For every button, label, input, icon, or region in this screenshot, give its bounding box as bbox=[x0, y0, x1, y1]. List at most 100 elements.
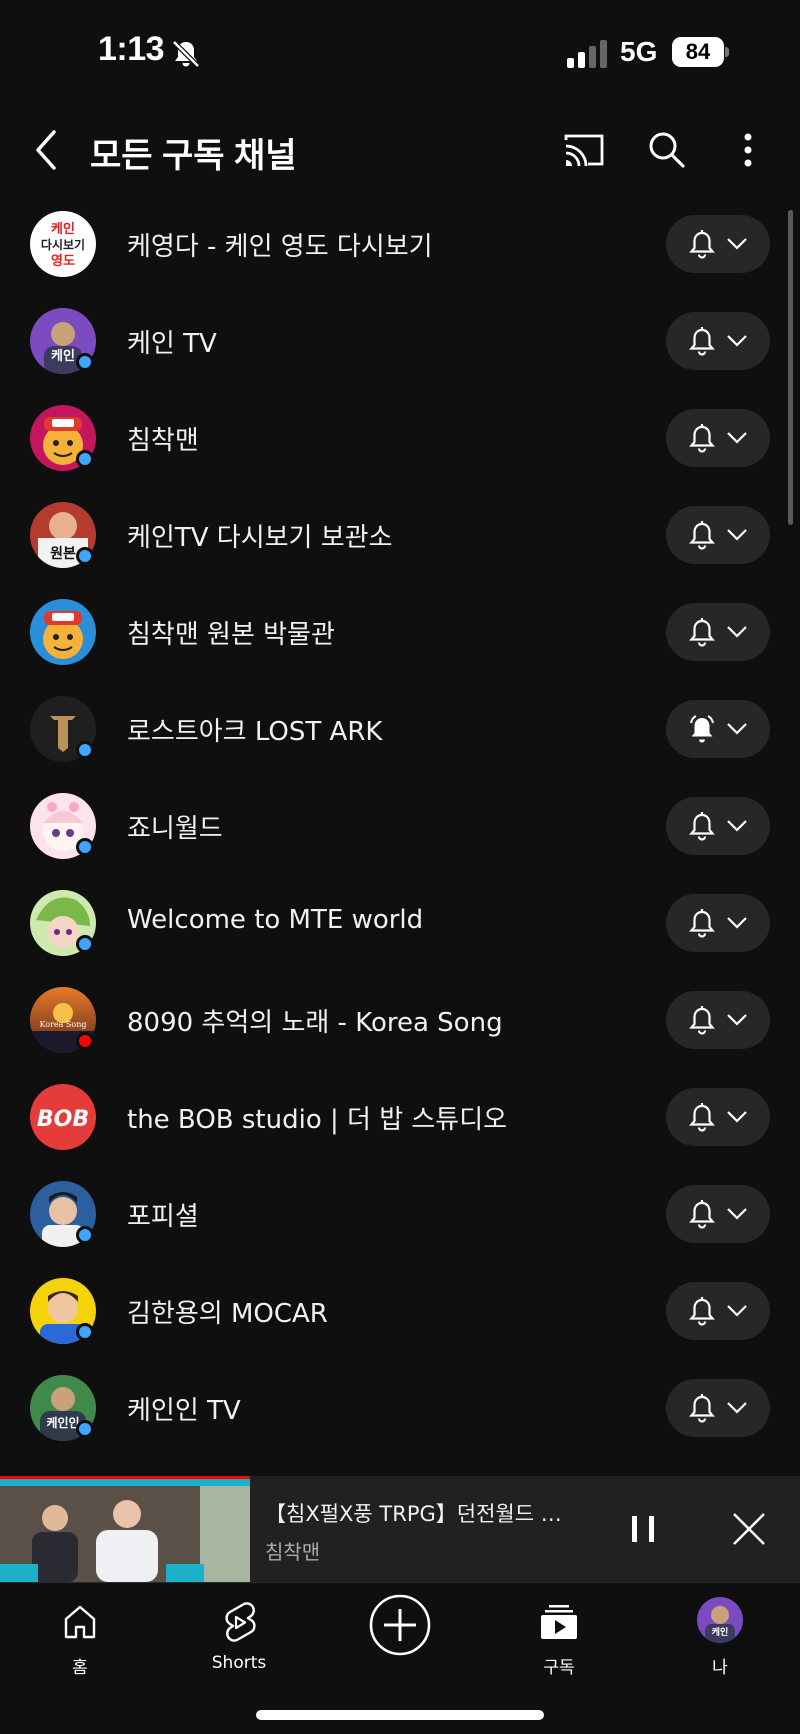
channel-name: Welcome to MTE world bbox=[127, 905, 424, 935]
channel-row[interactable]: 케인인 케인인 TV bbox=[0, 1360, 800, 1457]
new-content-dot bbox=[76, 547, 94, 565]
channel-list: 케인 다시보기 영도 케영다 - 케인 영도 다시보기 케인 케인 TV 침착맨… bbox=[0, 196, 800, 1480]
svg-text:케인: 케인 bbox=[51, 348, 75, 364]
channel-avatar[interactable]: 케인 다시보기 영도 bbox=[30, 211, 96, 277]
svg-text:Korea Song: Korea Song bbox=[39, 1020, 86, 1029]
nav-shorts-label: Shorts bbox=[211, 1653, 267, 1673]
bell-icon bbox=[689, 1103, 715, 1132]
channel-row[interactable]: 케인 케인 TV bbox=[0, 293, 800, 390]
nav-shorts[interactable]: Shorts bbox=[179, 1593, 299, 1683]
notification-button[interactable] bbox=[666, 409, 770, 467]
bell-icon bbox=[689, 327, 715, 356]
chevron-down-icon bbox=[727, 1208, 747, 1220]
channel-name: 로스트아크 LOST ARK bbox=[127, 717, 383, 747]
more-vert-icon[interactable] bbox=[724, 126, 772, 174]
notification-button[interactable] bbox=[666, 797, 770, 855]
new-content-dot bbox=[76, 1226, 94, 1244]
cast-icon[interactable] bbox=[560, 126, 608, 174]
notification-button[interactable] bbox=[666, 1088, 770, 1146]
channel-row[interactable]: Korea Song 8090 추억의 노래 - Korea Song bbox=[0, 972, 800, 1069]
channel-name: 김한용의 MOCAR bbox=[127, 1299, 328, 1329]
nav-home-label: 홈 bbox=[72, 1658, 88, 1678]
notification-button[interactable] bbox=[666, 312, 770, 370]
bell-ringing-icon bbox=[690, 715, 714, 743]
new-content-dot bbox=[76, 741, 94, 759]
new-content-dot bbox=[76, 353, 94, 371]
new-content-dot bbox=[76, 935, 94, 953]
channel-row[interactable]: 침착맨 bbox=[0, 390, 800, 487]
channel-name: 침착맨 bbox=[127, 426, 199, 456]
live-dot bbox=[76, 1032, 94, 1050]
mini-player[interactable]: 【침X펄X풍 TRPG】던전월드 3화 -... 침착맨 bbox=[0, 1476, 800, 1582]
svg-text:영도: 영도 bbox=[51, 254, 75, 269]
new-content-dot bbox=[76, 838, 94, 856]
notification-button[interactable] bbox=[666, 1379, 770, 1437]
notification-button[interactable] bbox=[666, 603, 770, 661]
search-icon[interactable] bbox=[642, 126, 690, 174]
battery-level: 84 bbox=[672, 37, 724, 67]
notification-button[interactable] bbox=[666, 894, 770, 952]
nav-you[interactable]: 케인 나 bbox=[660, 1593, 780, 1683]
chevron-down-icon bbox=[727, 529, 747, 541]
channel-row[interactable]: 김한용의 MOCAR bbox=[0, 1263, 800, 1360]
avatar-image: BOB bbox=[37, 1107, 89, 1132]
notification-button[interactable] bbox=[666, 215, 770, 273]
avatar-image: 케인 다시보기 영도 bbox=[41, 221, 85, 269]
scrollbar[interactable] bbox=[788, 210, 793, 525]
chevron-down-icon bbox=[727, 723, 747, 735]
channel-name: 케인TV 다시보기 보관소 bbox=[127, 523, 393, 553]
create-icon bbox=[369, 1594, 431, 1656]
channel-row[interactable]: 로스트아크 LOST ARK bbox=[0, 681, 800, 778]
svg-text:다시보기: 다시보기 bbox=[41, 237, 85, 252]
mini-player-thumbnail[interactable] bbox=[0, 1476, 250, 1582]
home-indicator[interactable] bbox=[256, 1710, 544, 1720]
bell-icon bbox=[689, 618, 715, 647]
home-icon bbox=[64, 1605, 96, 1639]
channel-name: 케인 TV bbox=[127, 329, 217, 359]
channel-avatar[interactable]: BOB bbox=[30, 1084, 96, 1150]
chevron-down-icon bbox=[727, 1402, 747, 1414]
channel-row[interactable]: 죠니월드 bbox=[0, 778, 800, 875]
bell-icon bbox=[689, 424, 715, 453]
chevron-down-icon bbox=[727, 1111, 747, 1123]
close-icon[interactable] bbox=[728, 1508, 770, 1550]
nav-home[interactable]: 홈 bbox=[20, 1593, 140, 1683]
notification-button[interactable] bbox=[666, 506, 770, 564]
pause-icon[interactable] bbox=[625, 1506, 661, 1552]
back-icon[interactable] bbox=[26, 124, 66, 176]
channel-row[interactable]: BOB the BOB studio | 더 밥 스튜디오 bbox=[0, 1069, 800, 1166]
bell-icon bbox=[689, 1006, 715, 1035]
video-frame bbox=[0, 1476, 250, 1582]
battery-icon: 84 bbox=[672, 37, 730, 67]
channel-name: 침착맨 원본 박물관 bbox=[127, 620, 335, 650]
shorts-icon bbox=[225, 1602, 256, 1642]
page-title: 모든 구독 채널 bbox=[90, 137, 297, 175]
channel-row[interactable]: 침착맨 원본 박물관 bbox=[0, 584, 800, 681]
network-type: 5G bbox=[620, 36, 658, 67]
bell-icon bbox=[689, 1200, 715, 1229]
bell-icon bbox=[689, 1394, 715, 1423]
channel-avatar[interactable] bbox=[30, 599, 96, 665]
bell-icon bbox=[689, 521, 715, 550]
svg-text:BOB: BOB bbox=[37, 1107, 89, 1132]
channel-name: 케영다 - 케인 영도 다시보기 bbox=[127, 232, 433, 262]
signal-icon bbox=[567, 40, 607, 68]
chevron-down-icon bbox=[727, 626, 747, 638]
channel-row[interactable]: 포피셜 bbox=[0, 1166, 800, 1263]
notification-button[interactable] bbox=[666, 1185, 770, 1243]
svg-text:케인: 케인 bbox=[712, 1626, 729, 1638]
mini-player-title: 【침X펄X풍 TRPG】던전월드 3화 -... bbox=[265, 1502, 575, 1526]
nav-create[interactable] bbox=[340, 1593, 460, 1683]
channel-name: 8090 추억의 노래 - Korea Song bbox=[127, 1008, 503, 1038]
channel-row[interactable]: 원본 케인TV 다시보기 보관소 bbox=[0, 487, 800, 584]
notification-button[interactable] bbox=[666, 1282, 770, 1340]
channel-row[interactable]: Welcome to MTE world bbox=[0, 875, 800, 972]
notification-button[interactable] bbox=[666, 700, 770, 758]
channel-row[interactable]: 케인 다시보기 영도 케영다 - 케인 영도 다시보기 bbox=[0, 196, 800, 293]
new-content-dot bbox=[76, 450, 94, 468]
nav-subscriptions[interactable]: 구독 bbox=[499, 1593, 619, 1683]
bell-icon bbox=[689, 1297, 715, 1326]
svg-text:케인인: 케인인 bbox=[46, 1415, 79, 1430]
notification-button[interactable] bbox=[666, 991, 770, 1049]
channel-name: 케인인 TV bbox=[127, 1396, 241, 1426]
